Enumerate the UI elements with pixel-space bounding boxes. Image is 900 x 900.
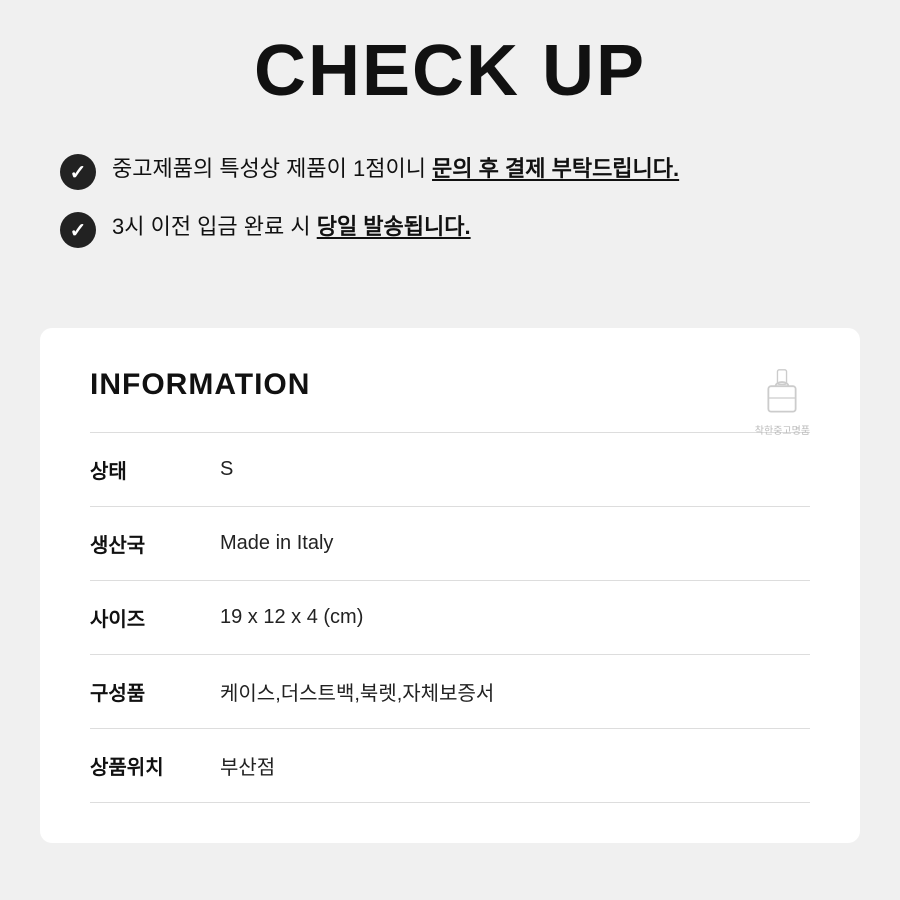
info-row-1: 생산국 Made in Italy: [90, 506, 810, 580]
check-text-before-1: 중고제품의 특성상 제품이 1점이니: [112, 156, 432, 181]
info-label-3: 구성품: [90, 677, 220, 706]
brand-logo-icon: [757, 368, 807, 418]
check-text-highlight-2: 당일 발송됩니다.: [317, 214, 471, 239]
info-label-4: 상품위치: [90, 751, 220, 780]
info-row-3: 구성품 케이스,더스트백,북렛,자체보증서: [90, 654, 810, 728]
info-row-4: 상품위치 부산점: [90, 728, 810, 803]
info-label-0: 상태: [90, 455, 220, 484]
check-item-1: 중고제품의 특성상 제품이 1점이니 문의 후 결제 부탁드립니다.: [60, 152, 840, 190]
info-value-4: 부산점: [220, 751, 275, 780]
check-icon-1: [60, 154, 96, 190]
brand-logo: 착한중고명품: [755, 368, 810, 438]
check-item-2: 3시 이전 입금 완료 시 당일 발송됩니다.: [60, 210, 840, 248]
check-icon-2: [60, 212, 96, 248]
check-text-highlight-1: 문의 후 결제 부탁드립니다.: [432, 156, 679, 181]
info-row-2: 사이즈 19 x 12 x 4 (cm): [90, 580, 810, 654]
info-rows: 상태 S 생산국 Made in Italy 사이즈 19 x 12 x 4 (…: [90, 432, 810, 803]
info-value-2: 19 x 12 x 4 (cm): [220, 606, 363, 629]
info-title: INFORMATION: [90, 368, 810, 402]
info-value-3: 케이스,더스트백,북렛,자체보증서: [220, 677, 494, 706]
info-row-0: 상태 S: [90, 432, 810, 506]
page-title: CHECK UP: [60, 30, 840, 112]
info-value-0: S: [220, 458, 233, 481]
top-section: CHECK UP 중고제품의 특성상 제품이 1점이니 문의 후 결제 부탁드립…: [0, 0, 900, 318]
info-section: INFORMATION 착한중고명품 상태 S 생산국 Made in Ital…: [40, 328, 860, 843]
info-value-1: Made in Italy: [220, 532, 333, 555]
info-label-1: 생산국: [90, 529, 220, 558]
info-label-2: 사이즈: [90, 603, 220, 632]
brand-logo-text: 착한중고명품: [755, 425, 810, 438]
check-text-1: 중고제품의 특성상 제품이 1점이니 문의 후 결제 부탁드립니다.: [112, 152, 679, 185]
check-text-2: 3시 이전 입금 완료 시 당일 발송됩니다.: [112, 210, 471, 243]
check-text-before-2: 3시 이전 입금 완료 시: [112, 214, 317, 239]
